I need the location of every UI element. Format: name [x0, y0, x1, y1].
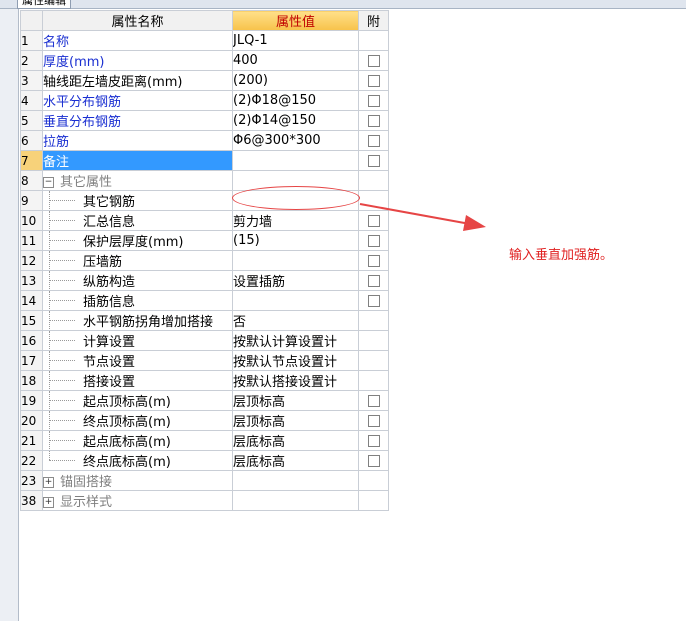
annotation-note: 输入垂直加强筋。: [509, 248, 614, 263]
annotation-arrow: [359, 203, 486, 231]
